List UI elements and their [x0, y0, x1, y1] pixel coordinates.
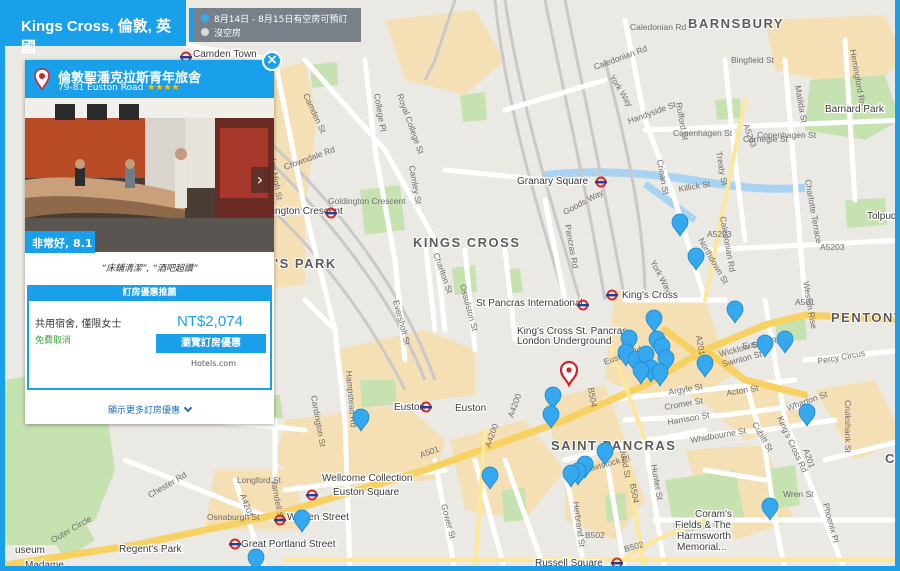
place-label: London Underground: [517, 336, 612, 347]
district-label: PENTONVI: [831, 310, 900, 325]
hotel-lobby-image: [25, 98, 274, 252]
hotel-info-card: 倫敦聖潘克拉斯青年旅舍 79-81 Euston Road ★★★★ × › 非…: [25, 51, 282, 424]
hotel-address-line: 79-81 Euston Road ★★★★: [58, 83, 180, 93]
district-label: BARNSBURY: [688, 16, 784, 31]
street-label: Caledonian Rd: [630, 22, 687, 32]
availability-legend: 8月14日 - 8月15日有空房可預訂 沒空房: [189, 8, 361, 42]
close-card-button[interactable]: ×: [262, 51, 282, 71]
more-deals-link[interactable]: 顯示更多訂房優惠: [25, 403, 274, 416]
street-label: Bingfield St: [731, 55, 775, 65]
street-label: Osnaburgh St: [207, 512, 260, 522]
place-label: Russell Square: [535, 558, 603, 569]
place-label: Regent's Park: [119, 544, 182, 555]
place-label: Euston: [455, 403, 486, 414]
legend-unavailable: 沒空房: [201, 25, 361, 39]
view-deal-button[interactable]: 瀏覽訂房優惠: [156, 334, 266, 353]
hotel-address: 79-81 Euston Road: [58, 83, 144, 93]
deal-box: 訂房優惠推薦 共用宿舍, 僅限女士 免費取消 NT$2,074 瀏覽訂房優惠 H…: [27, 285, 272, 390]
place-label: St Pancras International: [476, 298, 583, 309]
hotel-photo[interactable]: ›: [25, 98, 274, 252]
review-quote: “床鋪清潔”, “酒吧超讚”: [101, 264, 198, 274]
district-label: SAINT PANCRAS: [551, 438, 676, 453]
place-label: Coram's: [695, 509, 732, 520]
place-label: Granary Square: [517, 176, 589, 187]
place-label: Wellcome Collection: [322, 473, 412, 484]
room-type: 共用宿舍, 僅限女士: [35, 319, 122, 330]
place-label: Great Portland Street: [241, 539, 336, 550]
district-label: 'S PARK: [275, 256, 337, 271]
chevron-down-icon: [183, 403, 193, 413]
review-score-badge: 非常好, 8.1: [25, 231, 95, 253]
street-label: B502: [585, 530, 605, 540]
location-title: Kings Cross, 倫敦, 英國: [5, 0, 186, 56]
street-label: Copenhagen St: [757, 130, 817, 140]
street-label: Longford St: [237, 475, 282, 485]
district-label: KINGS CROSS: [413, 235, 521, 250]
place-label: Harmsworth: [677, 531, 731, 542]
deal-price: NT$2,074: [177, 313, 243, 330]
deal-source: Hotels.com: [191, 359, 236, 368]
unavailable-dot-icon: [201, 28, 209, 36]
district-label: CL: [885, 451, 900, 466]
place-label: useum: [15, 545, 45, 556]
hotel-card-header: 倫敦聖潘克拉斯青年旅舍 79-81 Euston Road ★★★★ ×: [25, 51, 282, 98]
place-label: Barnard Park: [825, 104, 885, 115]
place-label: Memorial...: [677, 542, 726, 553]
place-label: Euston Square: [333, 487, 400, 498]
place-label: Tolpuddle: [867, 211, 900, 222]
next-photo-button[interactable]: ›: [251, 167, 269, 193]
hotel-marker-icon: [34, 68, 50, 90]
place-label: Camden Town: [193, 49, 257, 60]
hotel-pin-icon[interactable]: [247, 548, 265, 571]
star-rating-icon: ★★★★: [147, 83, 180, 93]
street-label: Cruikshank St: [843, 400, 853, 454]
app-frame: Caledonian Rd Carnegie St Copenhagen St Cop…: [0, 0, 900, 571]
place-label: Madame: [25, 560, 64, 571]
street-label: Wren St: [783, 489, 814, 499]
legend-accent: [189, 8, 193, 42]
available-dot-icon: [201, 14, 209, 22]
deal-heading: 訂房優惠推薦: [29, 287, 270, 301]
place-label: Fields & The: [675, 520, 731, 531]
legend-available-label: 8月14日 - 8月15日有空房可預訂: [214, 14, 348, 25]
free-cancellation: 免費取消: [35, 336, 72, 346]
street-label: Goldington Crescent: [328, 196, 406, 206]
street-label: A5203: [820, 242, 845, 252]
legend-unavailable-label: 沒空房: [214, 28, 242, 39]
legend-available: 8月14日 - 8月15日有空房可預訂: [201, 11, 361, 25]
place-label: King's Cross: [622, 290, 678, 301]
more-deals-label: 顯示更多訂房優惠: [107, 406, 180, 416]
